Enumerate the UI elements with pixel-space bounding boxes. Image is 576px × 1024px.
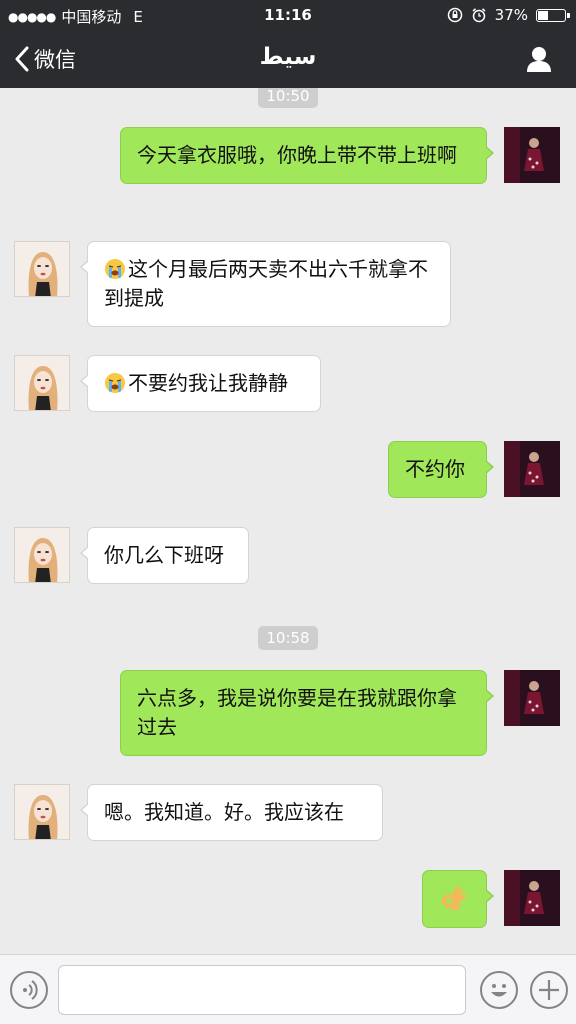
avatar-drawing — [15, 356, 69, 410]
message-bubble-received[interactable]: 嗯。我知道。好。我应该在 — [80, 784, 383, 841]
message-bubble-received[interactable]: 不要约我让我静静 — [80, 355, 321, 412]
message-bubble-sent[interactable]: 六点多，我是说你要是在我就跟你拿过去 — [120, 670, 494, 756]
more-options-button[interactable] — [530, 971, 568, 1009]
alarm-icon — [472, 8, 486, 23]
chat-history[interactable]: 10:50 今天拿衣服哦，你晚上带不带上班啊 这个月最后两天卖不出六千就拿不到提… — [0, 88, 576, 954]
orientation-lock-icon — [447, 7, 462, 23]
contact-avatar[interactable] — [14, 241, 70, 297]
message-bubble-sent[interactable] — [422, 870, 494, 928]
message-bubble-sent[interactable]: 不约你 — [388, 441, 494, 498]
my-avatar[interactable] — [504, 870, 560, 926]
avatar-drawing — [15, 785, 69, 839]
message-input[interactable] — [58, 965, 466, 1015]
message-bubble-received[interactable]: 这个月最后两天卖不出六千就拿不到提成 — [80, 241, 451, 327]
battery-level-fill — [538, 10, 549, 20]
my-avatar[interactable] — [504, 670, 560, 726]
message-bubble-received[interactable]: 你几么下班呀 — [80, 527, 249, 584]
voice-icon — [23, 980, 38, 1000]
emoji-icon — [491, 984, 507, 997]
message-bubble-sent[interactable]: 今天拿衣服哦，你晚上带不带上班啊 — [120, 127, 494, 184]
contact-avatar[interactable] — [14, 784, 70, 840]
avatar-photo — [504, 670, 560, 726]
voice-input-button[interactable] — [10, 971, 48, 1009]
navigation-bar: 微信 سيط — [0, 30, 576, 88]
ok-hand-emoji-icon — [442, 886, 466, 911]
crying-face-emoji-icon — [105, 373, 125, 393]
battery-percent: 37% — [494, 6, 528, 24]
avatar-photo — [504, 870, 560, 926]
avatar-drawing — [15, 528, 69, 582]
emoji-button[interactable] — [480, 971, 518, 1009]
chat-title: سيط — [259, 44, 317, 70]
message-input-bar — [0, 954, 576, 1024]
status-time: 11:16 — [264, 6, 312, 24]
contact-profile-button[interactable] — [524, 44, 554, 74]
avatar-photo — [504, 441, 560, 497]
person-icon — [527, 47, 551, 72]
crying-face-emoji-icon — [105, 259, 125, 279]
timestamp: 10:50 — [0, 88, 576, 108]
avatar-drawing — [15, 242, 69, 296]
contact-avatar[interactable] — [14, 355, 70, 411]
my-avatar[interactable] — [504, 127, 560, 183]
battery-icon — [536, 8, 570, 22]
my-avatar[interactable] — [504, 441, 560, 497]
contact-avatar[interactable] — [14, 527, 70, 583]
avatar-photo — [504, 127, 560, 183]
timestamp: 10:58 — [0, 626, 576, 650]
status-bar: ●●●●● 中国移动 E 11:16 37% — [0, 0, 576, 30]
plus-icon — [539, 980, 559, 1000]
